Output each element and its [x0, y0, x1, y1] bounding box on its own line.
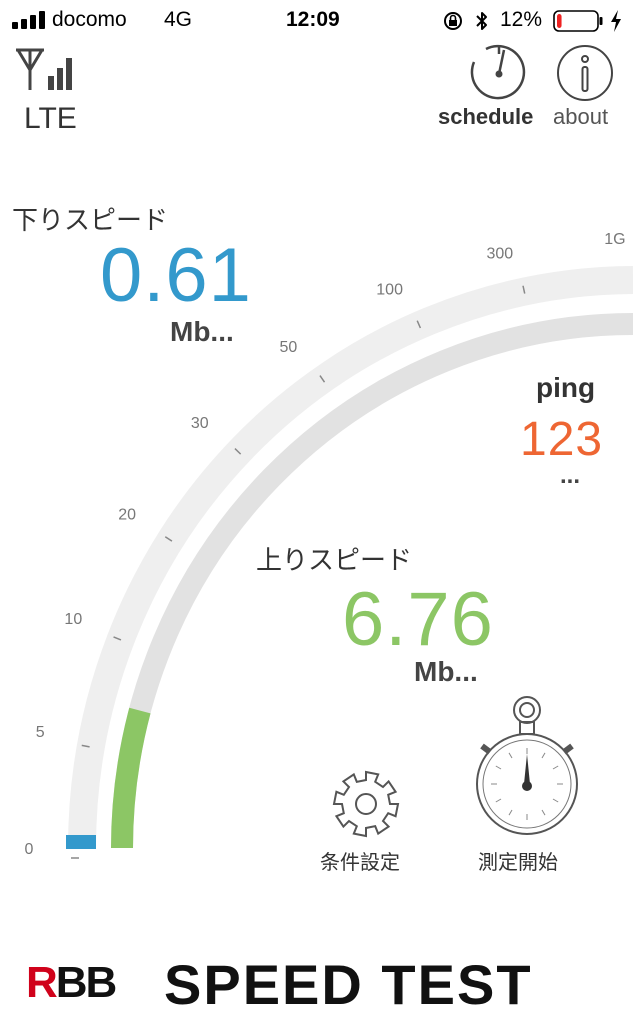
speed-test-logo: SPEED TEST [164, 953, 533, 1016]
gauge-scale-label: 50 [279, 339, 297, 356]
upload-speed-bar [111, 707, 151, 849]
gauge-scale-label: 10 [64, 611, 82, 628]
gear-icon [332, 770, 400, 838]
download-speed-value: 0.61 [100, 233, 252, 318]
gauge-scale-label: 20 [118, 507, 136, 524]
ping-unit: ... [560, 462, 581, 489]
settings-button[interactable]: 条件設定 [312, 760, 420, 876]
upload-title: 上りスピード [256, 546, 413, 576]
gauge-scale-label: 1G [604, 231, 625, 248]
start-test-label: 測定開始 [478, 850, 558, 874]
stopwatch-icon [476, 696, 578, 835]
settings-label: 条件設定 [320, 850, 400, 874]
gauge-scale-label: 30 [191, 415, 209, 432]
ping-title: ping [536, 372, 596, 403]
app-logo: RBB SPEED TEST [26, 952, 626, 1016]
upload-speed-value: 6.76 [342, 577, 494, 662]
gauge-scale-label: 5 [36, 724, 45, 741]
gauge-scale-label: 100 [376, 282, 403, 299]
gauge-scale-label: 0 [25, 841, 34, 858]
start-test-button[interactable]: 測定開始 [466, 692, 588, 878]
gauge-scale-label: 300 [486, 245, 513, 262]
ping-value: 123 [520, 413, 604, 466]
download-title: 下りスピード [12, 206, 169, 236]
rbb-logo: RBB [26, 958, 118, 1007]
rbb-logo-rest: BB [55, 958, 118, 1007]
download-speed-unit: Mb... [170, 316, 234, 347]
upload-speed-unit: Mb... [414, 656, 478, 687]
